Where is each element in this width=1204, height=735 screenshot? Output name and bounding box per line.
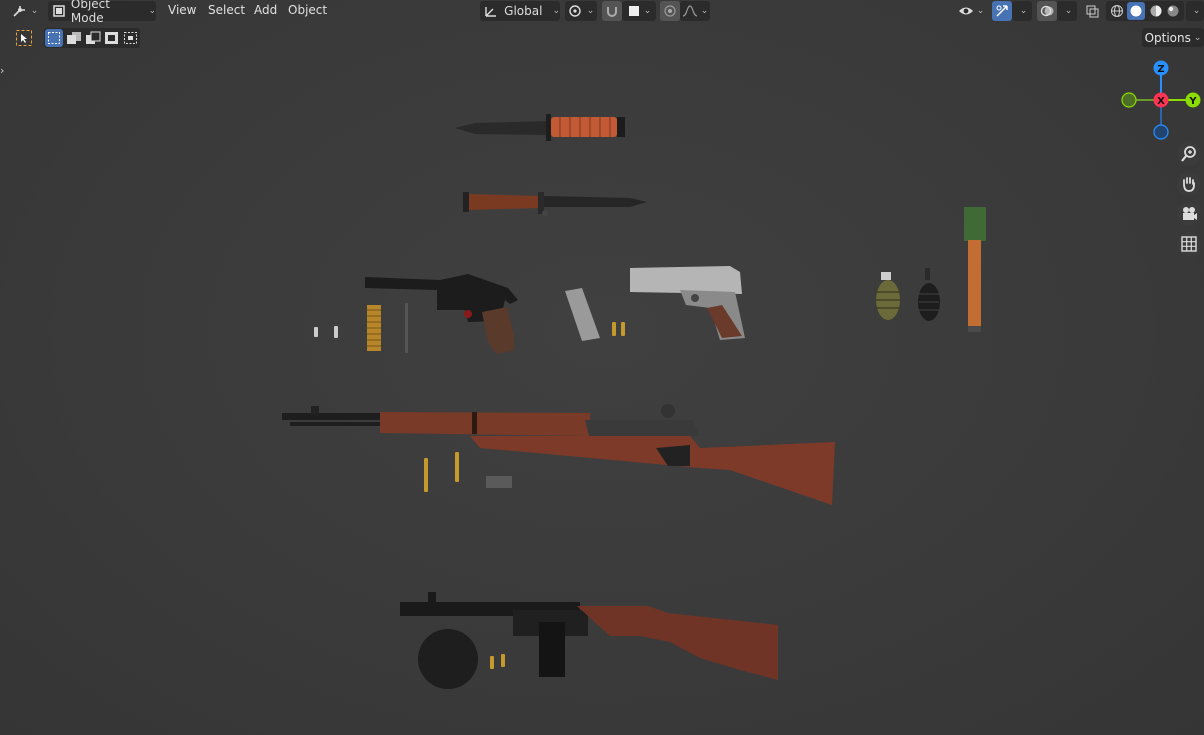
- garand-rifle-model[interactable]: [282, 404, 835, 505]
- frag-grenade-model[interactable]: [876, 272, 900, 320]
- 3d-viewport[interactable]: ⌄ Object Mode ⌄ View Select Add Object G…: [0, 0, 1204, 735]
- stick-grenade-model[interactable]: [964, 207, 986, 332]
- scene-objects: [282, 114, 986, 689]
- ppsh-smg-model[interactable]: [400, 592, 778, 689]
- f1-grenade-model[interactable]: [918, 268, 940, 321]
- mauser-ammo-model[interactable]: [314, 303, 408, 353]
- mauser-pistol-model[interactable]: [365, 274, 518, 354]
- colt-pistol-model[interactable]: [630, 266, 745, 340]
- bayonet-model[interactable]: [463, 192, 647, 216]
- combat-knife-model[interactable]: [455, 114, 625, 141]
- pistol-magazine-model[interactable]: [565, 288, 625, 341]
